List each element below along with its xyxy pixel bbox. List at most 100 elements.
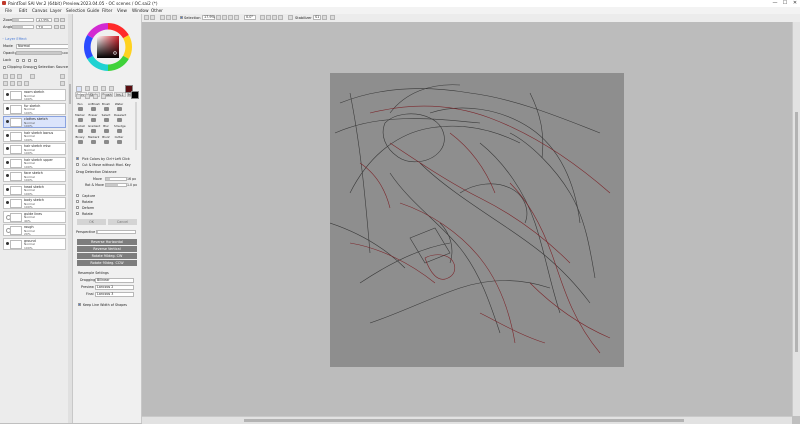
- merge-icon[interactable]: [30, 74, 35, 79]
- hand-tool-icon[interactable]: [101, 86, 106, 91]
- text-tool-icon[interactable]: [93, 94, 98, 99]
- angle-field[interactable]: 0.0°: [244, 15, 256, 20]
- vertical-scrollbar[interactable]: [792, 22, 800, 416]
- reverse-horizontal-button[interactable]: Reverse Horizontal: [77, 239, 137, 245]
- preview-select[interactable]: Lanczos 2: [95, 284, 134, 290]
- move-distance-slider[interactable]: [105, 177, 127, 181]
- zoom-tool-icon[interactable]: [85, 86, 90, 91]
- tool-water[interactable]: Water: [114, 102, 124, 112]
- rot-distance-slider[interactable]: [105, 183, 127, 187]
- visibility-eye-icon[interactable]: [5, 147, 9, 150]
- menu-edit[interactable]: Edit: [19, 8, 27, 13]
- visibility-eye-icon[interactable]: [5, 106, 9, 110]
- ok-button[interactable]: OK: [77, 219, 106, 225]
- visibility-eye-icon[interactable]: [5, 174, 9, 177]
- minimize-button[interactable]: —: [770, 0, 780, 7]
- canvas-paper[interactable]: [329, 73, 624, 367]
- transfer-down-icon[interactable]: [3, 81, 8, 86]
- tool-smudge[interactable]: Smudge: [114, 124, 126, 134]
- rotate-reset-icon[interactable]: [272, 15, 277, 20]
- stabilizer-select[interactable]: S1: [313, 15, 321, 20]
- layer-item[interactable]: fur sketch Normal 100%: [3, 102, 66, 115]
- angle-slider[interactable]: [12, 25, 34, 29]
- layer-item[interactable]: face sketch Normal 100%: [3, 170, 66, 182]
- horizontal-scrollbar-thumb[interactable]: [244, 419, 684, 422]
- angle-value[interactable]: +0: [36, 25, 52, 29]
- tool-marker2[interactable]: Marker2: [88, 135, 99, 145]
- clipping-checkbox[interactable]: [3, 65, 6, 69]
- flip-icon[interactable]: [278, 15, 283, 20]
- secondary-color-swatch[interactable]: [131, 91, 139, 99]
- reverse-vertical-button[interactable]: Reverse Vertical: [77, 246, 137, 252]
- layer-item[interactable]: body sketch Normal 100%: [3, 197, 66, 209]
- menu-other[interactable]: Other: [151, 8, 163, 13]
- maximize-button[interactable]: ☐: [780, 0, 790, 7]
- tool-deselect[interactable]: Deselect: [114, 113, 126, 123]
- menu-guide[interactable]: Guide: [87, 8, 99, 13]
- menu-file[interactable]: File: [5, 8, 12, 13]
- delete-layer-icon[interactable]: [60, 74, 65, 79]
- dragging-select[interactable]: Bilinear: [95, 277, 134, 283]
- zoom-reset-icon[interactable]: [234, 15, 239, 20]
- pick-colors-checkbox[interactable]: [76, 157, 79, 160]
- perspective-slider[interactable]: [96, 230, 136, 234]
- selection-source-checkbox[interactable]: [34, 65, 37, 69]
- layer-item[interactable]: rough Normal 20%: [3, 224, 66, 236]
- final-select[interactable]: Lanczos 3: [95, 291, 134, 297]
- layer-item[interactable]: hair sketch bonus Normal 100%: [3, 129, 66, 142]
- zoom-minus-button[interactable]: [54, 18, 59, 22]
- zoom-fit-icon[interactable]: [228, 15, 233, 20]
- rotate-ccw-button[interactable]: [54, 25, 59, 29]
- menu-selection[interactable]: Selection: [66, 8, 85, 13]
- keep-line-width-checkbox[interactable]: [78, 303, 81, 306]
- stabilizer-extra-icon[interactable]: [330, 15, 335, 20]
- lock-pixels-checkbox[interactable]: [16, 58, 19, 62]
- tool-gradient[interactable]: Gradient: [88, 124, 100, 134]
- menu-filter[interactable]: Filter: [102, 8, 112, 13]
- layer-item[interactable]: guide lines Normal 40%: [3, 210, 66, 223]
- tool-eraser[interactable]: Eraser: [88, 113, 98, 123]
- menu-window[interactable]: Window: [132, 8, 149, 13]
- lock-position-checkbox[interactable]: [22, 58, 25, 62]
- cut-move-checkbox[interactable]: [76, 163, 79, 166]
- tool-marker[interactable]: Marker: [75, 113, 85, 123]
- selection-checkbox[interactable]: [180, 16, 183, 19]
- new-folder-icon[interactable]: [10, 74, 15, 79]
- tool-blur2[interactable]: Blur2: [101, 135, 111, 145]
- new-layer-icon[interactable]: [3, 74, 8, 79]
- layer-item[interactable]: ground Normal 100%: [3, 237, 66, 250]
- zoom-slider[interactable]: [12, 18, 34, 22]
- tool-cutter[interactable]: Cutter: [114, 135, 124, 145]
- rotate-right-icon[interactable]: [266, 15, 271, 20]
- cancel-button[interactable]: Cancel: [108, 219, 137, 225]
- visibility-eye-icon[interactable]: [5, 160, 9, 164]
- layer-item[interactable]: room sketch Normal 100%: [3, 89, 66, 101]
- rotate-left-icon[interactable]: [260, 15, 265, 20]
- scrollbar-thumb[interactable]: [69, 84, 71, 104]
- menu-canvas[interactable]: Canvas: [32, 8, 47, 13]
- tool-select[interactable]: Select: [101, 113, 111, 123]
- lock-alpha-checkbox[interactable]: [28, 58, 31, 62]
- rotate-radio[interactable]: [76, 200, 79, 203]
- tool-brush[interactable]: Brush: [101, 102, 111, 112]
- move-tool-icon[interactable]: [76, 86, 82, 92]
- layer-search-icon[interactable]: [60, 81, 65, 86]
- layer-item[interactable]: head sketch Normal 100%: [3, 183, 66, 196]
- show-selection-icon[interactable]: [172, 15, 177, 20]
- tool-binary[interactable]: Binary: [75, 135, 85, 145]
- tool-bucket[interactable]: Bucket: [75, 124, 85, 134]
- zoom-field[interactable]: 17.9%: [202, 15, 215, 20]
- duplicate-layer-icon[interactable]: [24, 81, 29, 86]
- shape-tool-icon[interactable]: [101, 94, 106, 99]
- deform-radio[interactable]: [76, 206, 79, 209]
- close-button[interactable]: ✕: [790, 0, 800, 7]
- new-mask-icon[interactable]: [17, 74, 22, 79]
- eyedropper-tool-icon[interactable]: [109, 86, 114, 91]
- menu-layer[interactable]: Layer: [50, 8, 62, 13]
- rotate-ccw-90-button[interactable]: Rotate 90deg. CCW: [77, 260, 137, 266]
- lock-all-checkbox[interactable]: [34, 58, 37, 62]
- visibility-eye-icon[interactable]: [5, 241, 9, 245]
- color-wheel[interactable]: [81, 20, 135, 74]
- capture-radio[interactable]: [76, 194, 79, 197]
- opacity-slider[interactable]: [16, 51, 62, 55]
